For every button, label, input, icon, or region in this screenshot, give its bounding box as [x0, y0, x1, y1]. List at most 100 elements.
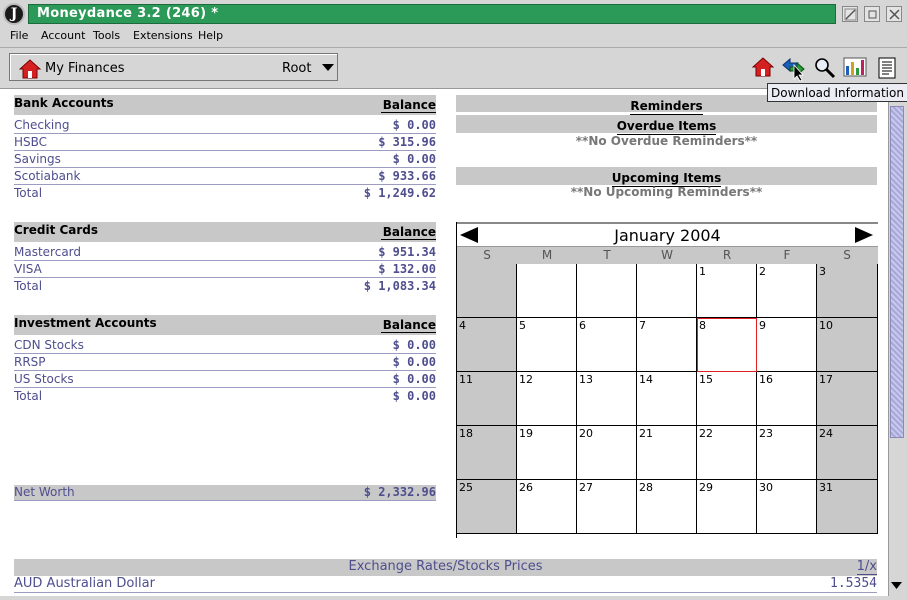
- calendar-day-cell[interactable]: 14: [637, 372, 697, 426]
- menu-file[interactable]: File: [10, 29, 28, 42]
- account-name[interactable]: Scotiabank: [14, 169, 80, 183]
- balance-column-label[interactable]: Balance: [380, 318, 436, 333]
- download-icon[interactable]: [782, 57, 808, 81]
- account-name[interactable]: HSBC: [14, 135, 47, 149]
- account-row[interactable]: RRSP $ 0.00: [14, 354, 436, 371]
- calendar-day-cell[interactable]: 17: [817, 372, 878, 426]
- calendar-day-cell[interactable]: 5: [517, 318, 577, 372]
- calendar-day-cell[interactable]: 30: [757, 480, 817, 534]
- calendar-day-cell[interactable]: 20: [577, 426, 637, 480]
- calendar-day-cell[interactable]: 18: [457, 426, 517, 480]
- calendar-day-number: 24: [819, 427, 833, 440]
- calendar-day-cell[interactable]: 4: [457, 318, 517, 372]
- vertical-scrollbar[interactable]: [888, 88, 904, 596]
- account-row[interactable]: Checking $ 0.00: [14, 117, 436, 134]
- search-icon[interactable]: [814, 57, 836, 79]
- calendar-day-cell[interactable]: 22: [697, 426, 757, 480]
- calendar-day-number: 13: [579, 373, 593, 386]
- calendar-day-cell[interactable]: 19: [517, 426, 577, 480]
- account-row[interactable]: Mastercard $ 951.34: [14, 244, 436, 261]
- close-button[interactable]: [886, 6, 902, 22]
- maximize-button[interactable]: [864, 6, 880, 22]
- calendar-day-cell[interactable]: 2: [757, 264, 817, 318]
- calendar-day-cell[interactable]: 21: [637, 426, 697, 480]
- calendar-day-cell[interactable]: 13: [577, 372, 637, 426]
- calendar-day-cell[interactable]: 25: [457, 480, 517, 534]
- calendar-day-cell[interactable]: [577, 264, 637, 318]
- calendar-day-cell[interactable]: 23: [757, 426, 817, 480]
- calendar-day-cell[interactable]: 9: [757, 318, 817, 372]
- account-name[interactable]: CDN Stocks: [14, 338, 84, 352]
- home-icon[interactable]: [752, 57, 774, 77]
- calendar-day-number: 12: [519, 373, 533, 386]
- calendar-day-number: 5: [519, 319, 526, 332]
- calendar-day-cell[interactable]: 16: [757, 372, 817, 426]
- account-row[interactable]: HSBC $ 315.96: [14, 134, 436, 151]
- calendar-day-cell[interactable]: 3: [817, 264, 878, 318]
- total-label: Total: [14, 186, 43, 200]
- credit-total-row: Total $ 1,083.34: [14, 278, 436, 295]
- account-name[interactable]: VISA: [14, 262, 42, 276]
- account-name[interactable]: Checking: [14, 118, 69, 132]
- account-name[interactable]: US Stocks: [14, 372, 74, 386]
- account-row[interactable]: Scotiabank $ 933.66: [14, 168, 436, 185]
- calendar-day-cell[interactable]: [457, 264, 517, 318]
- menu-tools[interactable]: Tools: [93, 29, 120, 42]
- calendar-day-cell[interactable]: 26: [517, 480, 577, 534]
- balance-column-label[interactable]: Balance: [380, 98, 436, 113]
- tooltip: Download Information: [767, 83, 907, 102]
- net-worth-label[interactable]: Net Worth: [14, 485, 75, 499]
- reminders-title: Reminders: [630, 99, 703, 115]
- arrow-right-icon[interactable]: [855, 227, 873, 243]
- calendar-day-cell[interactable]: 8: [697, 318, 757, 372]
- credit-cards-title: Credit Cards: [14, 223, 99, 237]
- account-selector[interactable]: My Finances Root: [9, 53, 338, 81]
- account-row[interactable]: VISA $ 132.00: [14, 261, 436, 278]
- home-icon: [19, 59, 41, 79]
- scrollbar-thumb[interactable]: [890, 106, 904, 438]
- bank-accounts-header: Bank Accounts Balance: [14, 95, 436, 115]
- calendar-day-number: 22: [699, 427, 713, 440]
- calendar-day-cell[interactable]: 15: [697, 372, 757, 426]
- calendar-day-number: 23: [759, 427, 773, 440]
- graph-icon[interactable]: [843, 57, 867, 77]
- report-icon[interactable]: [878, 57, 896, 79]
- calendar-day-cell[interactable]: [637, 264, 697, 318]
- calendar-day-cell[interactable]: 6: [577, 318, 637, 372]
- scroll-down-icon[interactable]: [889, 578, 904, 593]
- calendar-day-number: 6: [579, 319, 586, 332]
- menu-extensions[interactable]: Extensions: [133, 29, 193, 42]
- calendar-day-cell[interactable]: 11: [457, 372, 517, 426]
- menu-help[interactable]: Help: [198, 29, 223, 42]
- app-logo[interactable]: J: [3, 3, 25, 25]
- account-name[interactable]: Savings: [14, 152, 61, 166]
- calendar-month-title: January 2004: [614, 226, 721, 245]
- calendar-day-cell[interactable]: 1: [697, 264, 757, 318]
- calendar-day-cell[interactable]: 7: [637, 318, 697, 372]
- inverse-rate-toggle[interactable]: 1/x: [856, 559, 877, 575]
- calendar-day-cell[interactable]: 27: [577, 480, 637, 534]
- currency-name[interactable]: AUD Australian Dollar: [14, 576, 155, 591]
- account-row[interactable]: CDN Stocks $ 0.00: [14, 337, 436, 354]
- account-row[interactable]: Savings $ 0.00: [14, 151, 436, 168]
- balance-column-label[interactable]: Balance: [380, 225, 436, 240]
- currency-rate: 1.5354: [830, 576, 877, 591]
- calendar-day-cell[interactable]: [517, 264, 577, 318]
- account-name[interactable]: Mastercard: [14, 245, 81, 259]
- calendar-day-cell[interactable]: 24: [817, 426, 878, 480]
- calendar-day-cell[interactable]: 10: [817, 318, 878, 372]
- calendar-day-cell[interactable]: 31: [817, 480, 878, 534]
- account-name[interactable]: RRSP: [14, 355, 46, 369]
- calendar-day-number: 1: [699, 265, 706, 278]
- calendar-day-cell[interactable]: 29: [697, 480, 757, 534]
- calendar-day-cell[interactable]: 12: [517, 372, 577, 426]
- account-row[interactable]: US Stocks $ 0.00: [14, 371, 436, 388]
- net-worth-row[interactable]: Net Worth $ 2,332.96: [14, 485, 436, 501]
- account-balance: $ 0.00: [392, 372, 436, 386]
- moneydance-window: J Moneydance 3.2 (246) * File Account To…: [0, 0, 907, 600]
- net-worth-value: $ 2,332.96: [363, 485, 436, 499]
- currency-row[interactable]: AUD Australian Dollar 1.5354: [14, 576, 877, 593]
- minimize-button[interactable]: [842, 6, 858, 22]
- menu-account[interactable]: Account: [41, 29, 85, 42]
- calendar-day-cell[interactable]: 28: [637, 480, 697, 534]
